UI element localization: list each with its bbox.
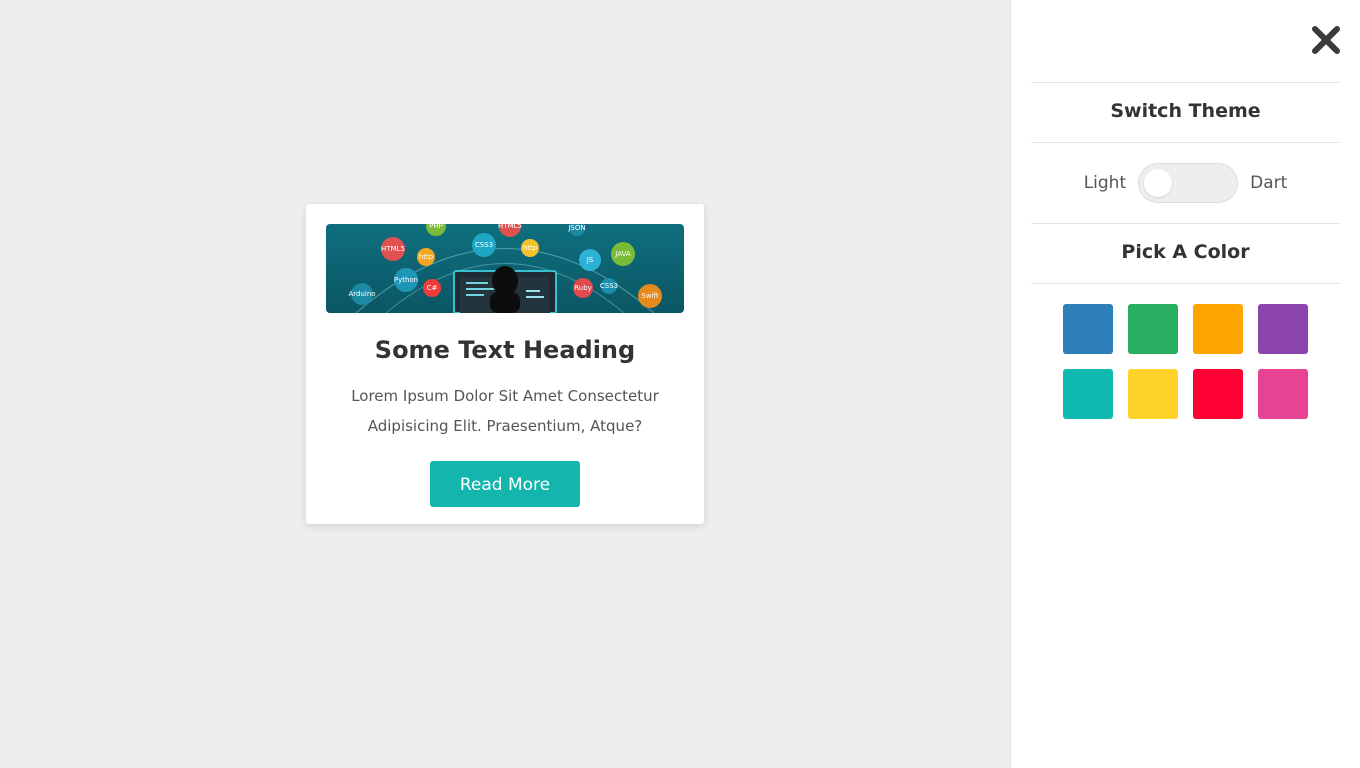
svg-text:http: http bbox=[419, 253, 434, 261]
color-swatch-4[interactable] bbox=[1258, 304, 1308, 354]
card-description: Lorem Ipsum Dolor Sit Amet Consectetur A… bbox=[351, 387, 659, 435]
toggle-knob bbox=[1144, 169, 1173, 197]
svg-text:CSS3: CSS3 bbox=[600, 282, 618, 290]
content-card: HTML5 http CSS3 http JS JAVA Python C# R… bbox=[306, 204, 704, 524]
pick-color-title: Pick A Color bbox=[1121, 241, 1250, 263]
svg-text:Arduino: Arduino bbox=[348, 290, 375, 298]
color-swatch-6[interactable] bbox=[1128, 369, 1178, 419]
card-image: HTML5 http CSS3 http JS JAVA Python C# R… bbox=[326, 224, 684, 313]
divider bbox=[1031, 223, 1340, 224]
color-swatch-3[interactable] bbox=[1193, 304, 1243, 354]
close-icon[interactable] bbox=[1310, 24, 1342, 56]
svg-text:JAVA: JAVA bbox=[614, 250, 631, 258]
svg-text:Python: Python bbox=[394, 276, 418, 284]
color-swatch-2[interactable] bbox=[1128, 304, 1178, 354]
svg-text:JSON: JSON bbox=[567, 224, 585, 232]
color-swatch-grid bbox=[1063, 304, 1309, 419]
divider bbox=[1031, 82, 1340, 83]
color-swatch-5[interactable] bbox=[1063, 369, 1113, 419]
switch-theme-title: Switch Theme bbox=[1110, 100, 1261, 122]
card-title: Some Text Heading bbox=[374, 336, 636, 364]
color-swatch-1[interactable] bbox=[1063, 304, 1113, 354]
color-swatch-8[interactable] bbox=[1258, 369, 1308, 419]
light-label: Light bbox=[1083, 173, 1127, 193]
read-more-button[interactable]: Read More bbox=[430, 461, 580, 507]
page: HTML5 http CSS3 http JS JAVA Python C# R… bbox=[0, 0, 1360, 768]
theme-toggle[interactable] bbox=[1138, 163, 1239, 203]
svg-text:PHP: PHP bbox=[429, 224, 443, 230]
svg-text:http: http bbox=[523, 244, 538, 252]
divider bbox=[1031, 142, 1340, 143]
theme-settings-panel: Switch Theme Light Dart Pick A Color bbox=[1010, 0, 1360, 768]
programming-illustration: HTML5 http CSS3 http JS JAVA Python C# R… bbox=[348, 224, 662, 313]
svg-text:Swift: Swift bbox=[641, 292, 658, 300]
theme-switch-row: Light Dart bbox=[1031, 163, 1340, 203]
svg-text:HTML5: HTML5 bbox=[498, 224, 522, 230]
dark-label: Dart bbox=[1250, 173, 1288, 193]
svg-text:HTML5: HTML5 bbox=[381, 245, 405, 253]
svg-text:Ruby: Ruby bbox=[574, 284, 592, 292]
svg-text:CSS3: CSS3 bbox=[475, 241, 493, 249]
svg-text:JS: JS bbox=[586, 256, 594, 264]
color-swatch-7[interactable] bbox=[1193, 369, 1243, 419]
divider bbox=[1031, 283, 1340, 284]
svg-text:C#: C# bbox=[427, 284, 438, 292]
